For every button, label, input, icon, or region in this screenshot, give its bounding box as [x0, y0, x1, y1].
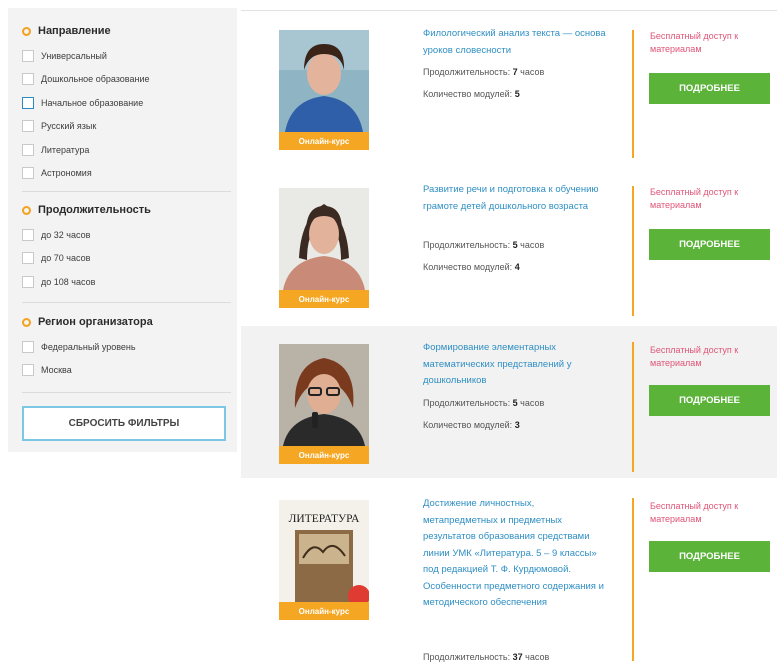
more-details-button[interactable]: ПОДРОБНЕЕ — [649, 541, 770, 572]
filter-option-universal[interactable]: Универсальный — [22, 44, 149, 68]
bullet-icon — [22, 317, 31, 327]
filter-group-duration: Продолжительность до 32 часов до 70 часо… — [22, 202, 151, 294]
checkbox[interactable] — [22, 49, 34, 62]
checkbox[interactable] — [22, 228, 34, 241]
filter-option-russian[interactable]: Русский язык — [22, 115, 149, 139]
checkbox[interactable] — [22, 364, 34, 377]
checkbox[interactable] — [22, 96, 34, 109]
course-card: ЛИТЕРАТУРА Онлайн-курс Достижение личнос… — [241, 482, 777, 662]
book-cover-title: ЛИТЕРАТУРА — [289, 513, 360, 525]
course-photo — [279, 30, 369, 132]
course-photo — [279, 344, 369, 446]
divider — [22, 392, 231, 393]
course-title[interactable]: Формирование элементарных математических… — [423, 340, 611, 390]
checkbox[interactable] — [22, 167, 34, 180]
filter-group-region: Регион организатора Федеральный уровень … — [22, 314, 153, 382]
filter-option-preschool[interactable]: Дошкольное образование — [22, 68, 149, 92]
divider — [632, 342, 634, 472]
filter-heading-duration: Продолжительность — [22, 202, 151, 218]
bullet-icon — [22, 205, 31, 215]
free-access-label: Бесплатный доступ к материалам — [650, 501, 739, 524]
checkbox[interactable] — [22, 275, 34, 288]
divider — [22, 302, 231, 303]
filter-heading-direction: Направление — [22, 23, 149, 39]
online-course-badge: Онлайн-курс — [279, 446, 369, 464]
book-cover-image: ЛИТЕРАТУРА — [279, 500, 369, 602]
divider — [632, 30, 634, 158]
filter-option-32h[interactable]: до 32 часов — [22, 223, 151, 247]
course-modules: Количество модулей: 4 — [423, 262, 520, 272]
teacher-portrait-image — [279, 188, 369, 290]
checkbox[interactable] — [22, 252, 34, 265]
teacher-portrait-image — [279, 344, 369, 446]
course-modules: Количество модулей: 3 — [423, 420, 520, 430]
teacher-portrait-image — [279, 30, 369, 132]
free-access-label: Бесплатный доступ к материалам — [650, 345, 739, 368]
filter-sidebar: Направление Универсальный Дошкольное обр… — [8, 8, 237, 452]
checkbox[interactable] — [22, 340, 34, 353]
more-details-button[interactable]: ПОДРОБНЕЕ — [649, 229, 770, 260]
filter-heading-region: Регион организатора — [22, 314, 153, 330]
course-card: Онлайн-курс Филологический анализ текста… — [241, 12, 777, 164]
course-duration: Продолжительность: 5 часов — [423, 240, 545, 250]
online-course-badge: Онлайн-курс — [279, 132, 369, 150]
course-photo — [279, 188, 369, 290]
more-details-button[interactable]: ПОДРОБНЕЕ — [649, 73, 770, 104]
divider — [632, 498, 634, 661]
filter-option-70h[interactable]: до 70 часов — [22, 247, 151, 271]
course-title[interactable]: Развитие речи и подготовка к обучению гр… — [423, 182, 611, 215]
course-modules: Количество модулей: 5 — [423, 89, 520, 99]
filter-option-federal[interactable]: Федеральный уровень — [22, 335, 153, 359]
course-duration: Продолжительность: 7 часов — [423, 67, 545, 77]
filter-option-108h[interactable]: до 108 часов — [22, 270, 151, 294]
filter-title: Продолжительность — [38, 204, 151, 216]
course-photo: ЛИТЕРАТУРА — [279, 500, 369, 602]
course-title[interactable]: Достижение личностных, метапредметных и … — [423, 496, 611, 612]
course-title[interactable]: Филологический анализ текста — основа ур… — [423, 26, 611, 59]
course-card: Онлайн-курс Развитие речи и подготовка к… — [241, 168, 777, 322]
course-duration: Продолжительность: 5 часов — [423, 398, 545, 408]
course-card: Онлайн-курс Формирование элементарных ма… — [241, 326, 777, 478]
online-course-badge: Онлайн-курс — [279, 290, 369, 308]
filter-group-direction: Направление Универсальный Дошкольное обр… — [22, 23, 149, 185]
filter-option-astronomy[interactable]: Астрономия — [22, 162, 149, 186]
checkbox[interactable] — [22, 73, 34, 86]
checkbox[interactable] — [22, 143, 34, 156]
free-access-label: Бесплатный доступ к материалам — [650, 31, 739, 54]
divider — [241, 10, 777, 11]
filter-title: Регион организатора — [38, 316, 153, 328]
divider — [22, 191, 231, 192]
more-details-button[interactable]: ПОДРОБНЕЕ — [649, 385, 770, 416]
checkbox[interactable] — [22, 120, 34, 133]
divider — [632, 186, 634, 316]
filter-title: Направление — [38, 25, 111, 37]
filter-option-moscow[interactable]: Москва — [22, 359, 153, 383]
filter-option-literature[interactable]: Литература — [22, 138, 149, 162]
filter-option-primary[interactable]: Начальное образование — [22, 91, 149, 115]
bullet-icon — [22, 26, 31, 36]
online-course-badge: Онлайн-курс — [279, 602, 369, 620]
free-access-label: Бесплатный доступ к материалам — [650, 187, 739, 210]
reset-filters-button[interactable]: СБРОСИТЬ ФИЛЬТРЫ — [22, 406, 226, 441]
